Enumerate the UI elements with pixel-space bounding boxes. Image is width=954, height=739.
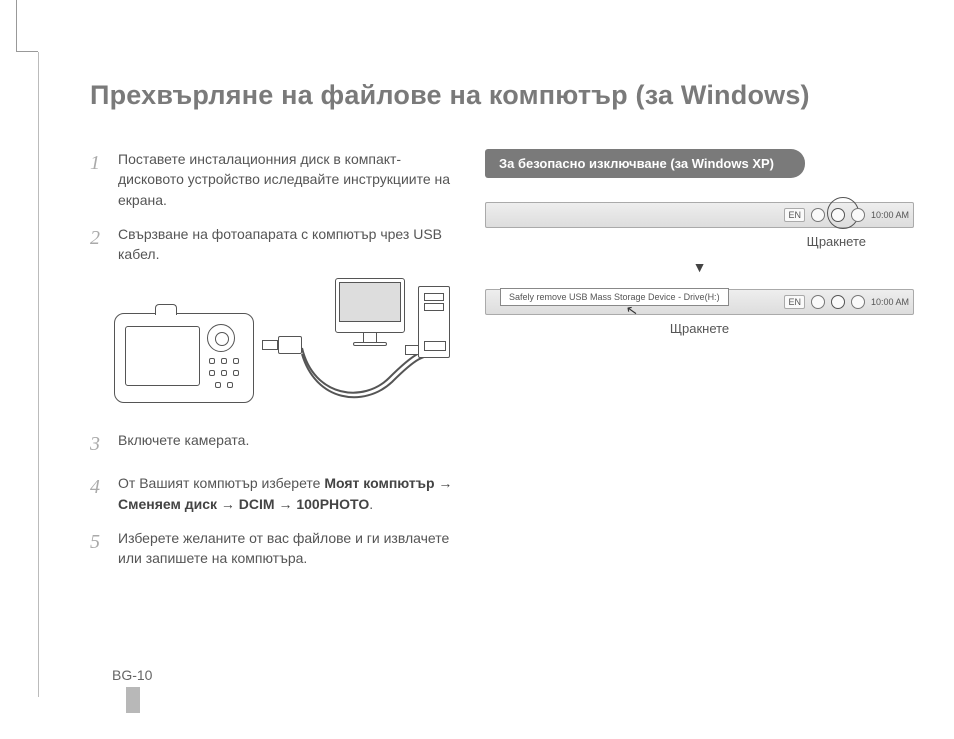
camera-icon <box>114 313 254 403</box>
tray-generic-icon <box>851 208 865 222</box>
safely-remove-icon <box>831 295 845 309</box>
step-number: 3 <box>90 430 108 459</box>
step-number: 2 <box>90 224 108 265</box>
steps-column: 1 Поставете инсталационния диск в компак… <box>90 149 455 583</box>
click-label-1: Щракнете <box>485 234 914 249</box>
page-tab-marker <box>126 687 140 713</box>
crop-mark <box>16 0 38 52</box>
step-text: Включете камерата. <box>118 430 455 459</box>
step-3: 3 Включете камерата. <box>90 430 455 459</box>
safe-removal-column: За безопасно изключване (за Windows XP) … <box>485 149 914 583</box>
callout-heading: За безопасно изключване (за Windows XP) <box>485 149 805 178</box>
page-number: BG-10 <box>112 667 152 683</box>
connection-diagram <box>114 278 455 408</box>
step-1: 1 Поставете инсталационния диск в компак… <box>90 149 455 210</box>
clock: 10:00 AM <box>871 297 909 307</box>
safely-remove-tooltip: Safely remove USB Mass Storage Device - … <box>500 288 729 306</box>
language-indicator: EN <box>784 208 805 222</box>
computer-icon <box>335 278 455 388</box>
language-indicator: EN <box>784 295 805 309</box>
tray-generic-icon <box>811 295 825 309</box>
safely-remove-icon <box>831 208 845 222</box>
taskbar-1: EN 10:00 AM <box>485 202 914 228</box>
step-number: 4 <box>90 473 108 514</box>
click-label-2: Щракнете <box>485 321 914 336</box>
clock: 10:00 AM <box>871 210 909 220</box>
step-2: 2 Свързване на фотоапарата с компютър чр… <box>90 224 455 265</box>
margin-rule <box>38 52 39 697</box>
step-number: 1 <box>90 149 108 210</box>
step-text: Изберете желаните от вас файлове и ги из… <box>118 528 455 569</box>
step-text: От Вашият компютър изберете Моят компютъ… <box>118 473 455 514</box>
page-title: Прехвърляне на файлове на компютър (за W… <box>90 80 914 111</box>
step-4-post: . <box>369 496 373 512</box>
step-4: 4 От Вашият компютър изберете Моят компю… <box>90 473 455 514</box>
step-5: 5 Изберете желаните от вас файлове и ги … <box>90 528 455 569</box>
system-tray: EN 10:00 AM <box>784 205 909 225</box>
tray-generic-icon <box>851 295 865 309</box>
step-text: Свързване на фотоапарата с компютър чрез… <box>118 224 455 265</box>
taskbar-2: Safely remove USB Mass Storage Device - … <box>485 289 914 315</box>
system-tray: EN 10:00 AM <box>784 292 909 312</box>
step-text: Поставете инсталационния диск в компакт-… <box>118 149 455 210</box>
tray-generic-icon <box>811 208 825 222</box>
down-arrow-icon: ▼ <box>485 259 914 275</box>
manual-page: Прехвърляне на файлове на компютър (за W… <box>0 0 954 739</box>
page-content: Прехвърляне на файлове на компютър (за W… <box>90 80 914 583</box>
step-4-pre: От Вашият компютър изберете <box>118 475 320 491</box>
step-number: 5 <box>90 528 108 569</box>
